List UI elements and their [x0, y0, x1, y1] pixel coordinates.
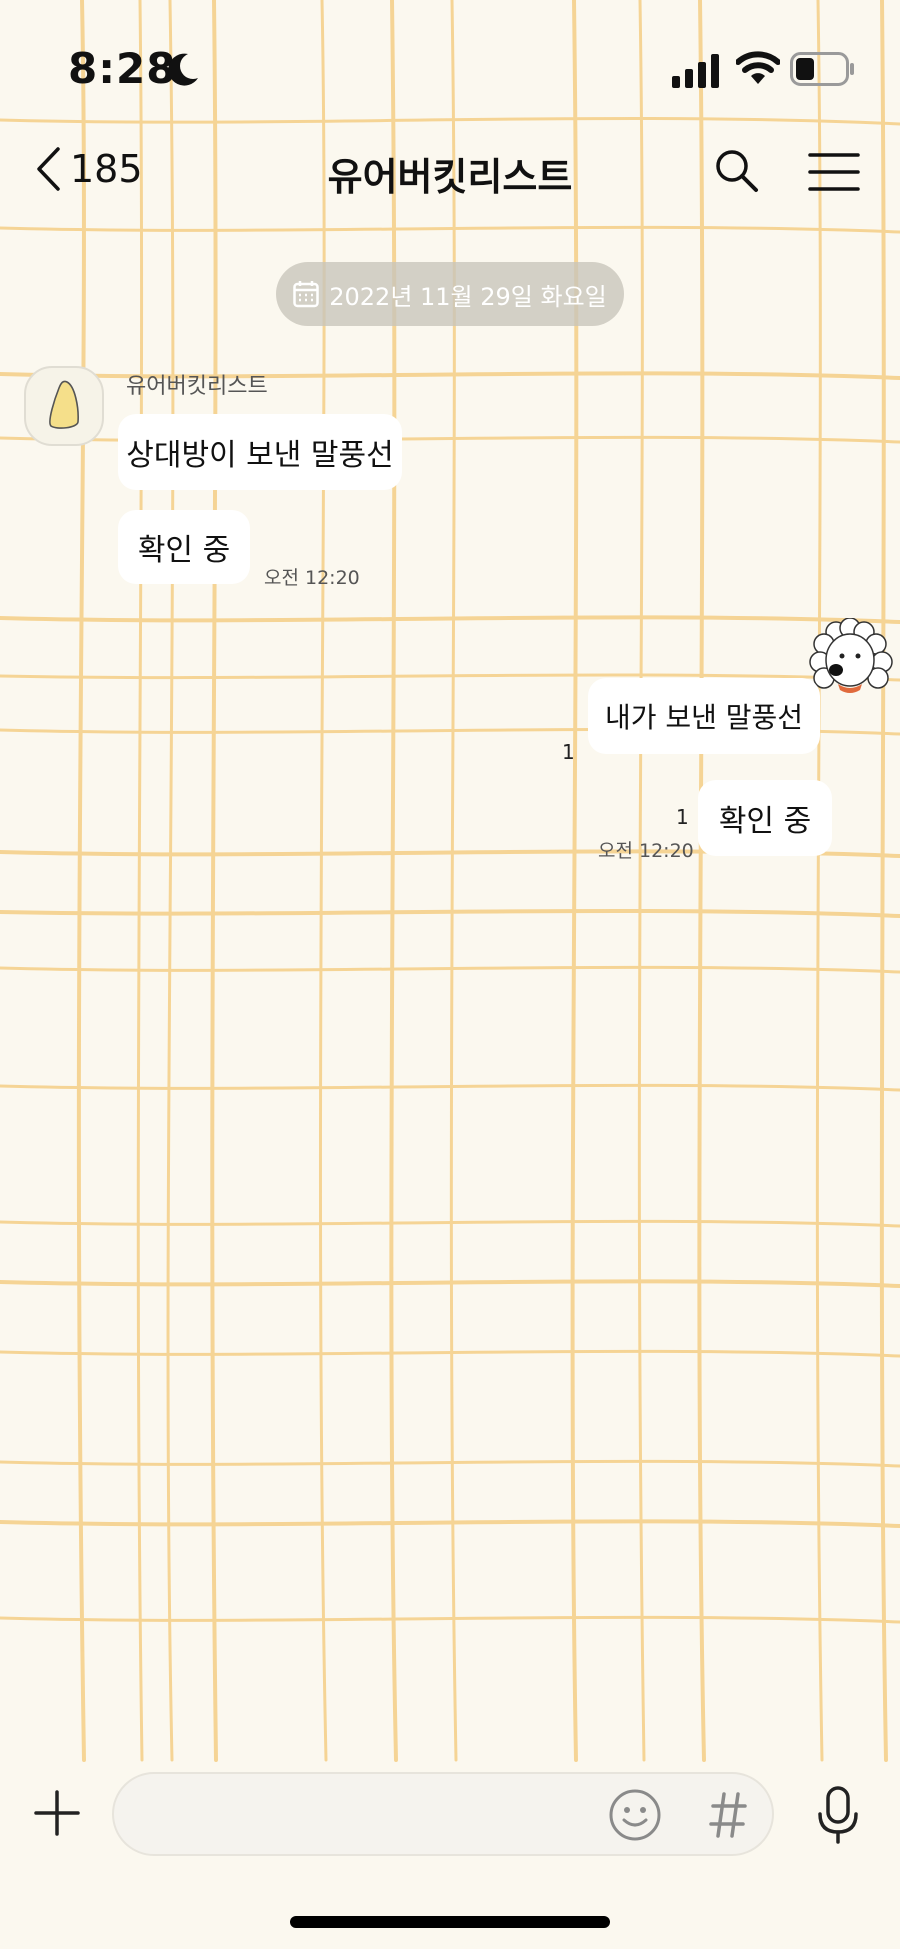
outgoing-message-bubble[interactable]: 내가 보낸 말풍선 — [588, 678, 820, 754]
emoji-icon[interactable] — [608, 1788, 662, 1842]
status-time: 8:28 — [68, 44, 177, 93]
unread-count: 1 — [676, 805, 689, 829]
date-text: 2022년 11월 29일 화요일 — [329, 282, 607, 311]
message-timestamp: 오전 12:20 — [264, 567, 360, 589]
mic-icon[interactable] — [816, 1786, 860, 1844]
outgoing-message-bubble[interactable]: 확인 중 — [698, 780, 832, 856]
hash-icon[interactable] — [708, 1788, 748, 1842]
unread-count: 1 — [562, 740, 575, 764]
home-indicator — [290, 1916, 610, 1928]
incoming-message-bubble[interactable]: 확인 중 — [118, 510, 250, 584]
sender-name: 유어버킷리스트 — [126, 374, 268, 399]
moon-icon — [168, 53, 198, 86]
incoming-message-bubble[interactable]: 상대방이 보낸 말풍선 — [118, 414, 402, 490]
message-timestamp: 오전 12:20 — [598, 840, 694, 862]
battery-icon — [790, 52, 854, 86]
wifi-icon — [736, 51, 780, 84]
profile-icon — [49, 380, 79, 429]
signal-icon — [672, 54, 719, 88]
menu-icon[interactable] — [808, 152, 860, 192]
search-icon[interactable] — [714, 148, 760, 194]
date-divider: 2022년 11월 29일 화요일 — [276, 262, 624, 326]
sender-avatar[interactable] — [24, 366, 104, 446]
message-input[interactable] — [112, 1772, 774, 1856]
plus-icon[interactable] — [32, 1788, 82, 1838]
calendar-icon — [293, 281, 319, 308]
chat-title: 유어버킷리스트 — [327, 155, 573, 199]
